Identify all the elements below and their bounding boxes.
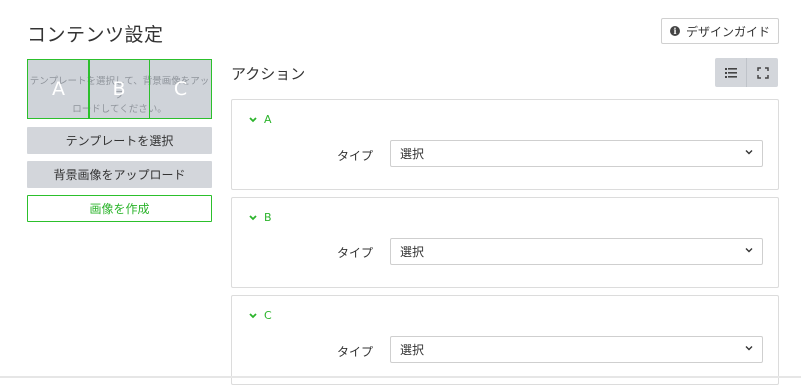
action-panel-c: C タイプ 選択	[231, 295, 779, 385]
chevron-down-icon	[249, 116, 257, 122]
select-value: 選択	[400, 147, 425, 161]
type-label: タイプ	[337, 345, 374, 359]
action-header-c[interactable]: C	[249, 309, 272, 322]
type-label: タイプ	[337, 246, 374, 260]
type-select[interactable]: 選択	[390, 140, 763, 167]
chevron-down-icon	[745, 346, 753, 351]
action-panel-a: A タイプ 選択	[231, 99, 779, 190]
list-icon	[724, 67, 737, 78]
chevron-down-icon	[745, 150, 753, 155]
upload-background-button[interactable]: 背景画像をアップロード	[27, 161, 212, 188]
action-header-a[interactable]: A	[249, 113, 272, 126]
action-label: C	[264, 309, 272, 322]
chevron-down-icon	[249, 312, 257, 318]
area-c[interactable]: C	[149, 59, 212, 119]
chevron-down-icon	[249, 214, 257, 220]
design-guide-button[interactable]: i デザインガイド	[661, 18, 779, 44]
design-guide-label: デザインガイド	[685, 24, 770, 39]
area-b[interactable]: B	[88, 59, 150, 119]
fullscreen-icon	[756, 66, 769, 79]
create-image-button[interactable]: 画像を作成	[27, 195, 212, 222]
type-select[interactable]: 選択	[390, 238, 763, 265]
action-label: B	[264, 211, 272, 224]
view-toggle	[715, 58, 778, 87]
fullscreen-button[interactable]	[746, 58, 778, 87]
actions-title: アクション	[231, 65, 306, 83]
list-view-button[interactable]	[715, 58, 746, 87]
info-icon: i	[669, 26, 680, 36]
select-value: 選択	[400, 245, 425, 259]
type-label: タイプ	[337, 149, 374, 163]
chevron-down-icon	[745, 248, 753, 253]
type-select[interactable]: 選択	[390, 336, 763, 363]
action-header-b[interactable]: B	[249, 211, 272, 224]
action-panel-b: B タイプ 選択	[231, 197, 779, 288]
page-title: コンテンツ設定	[27, 24, 164, 46]
select-template-button[interactable]: テンプレートを選択	[27, 127, 212, 154]
select-value: 選択	[400, 343, 425, 357]
template-preview[interactable]: テンプレートを選択して、背景画像をアップ ロードしてください。 A B C	[27, 59, 212, 119]
area-a[interactable]: A	[27, 59, 90, 119]
action-label: A	[264, 113, 272, 126]
